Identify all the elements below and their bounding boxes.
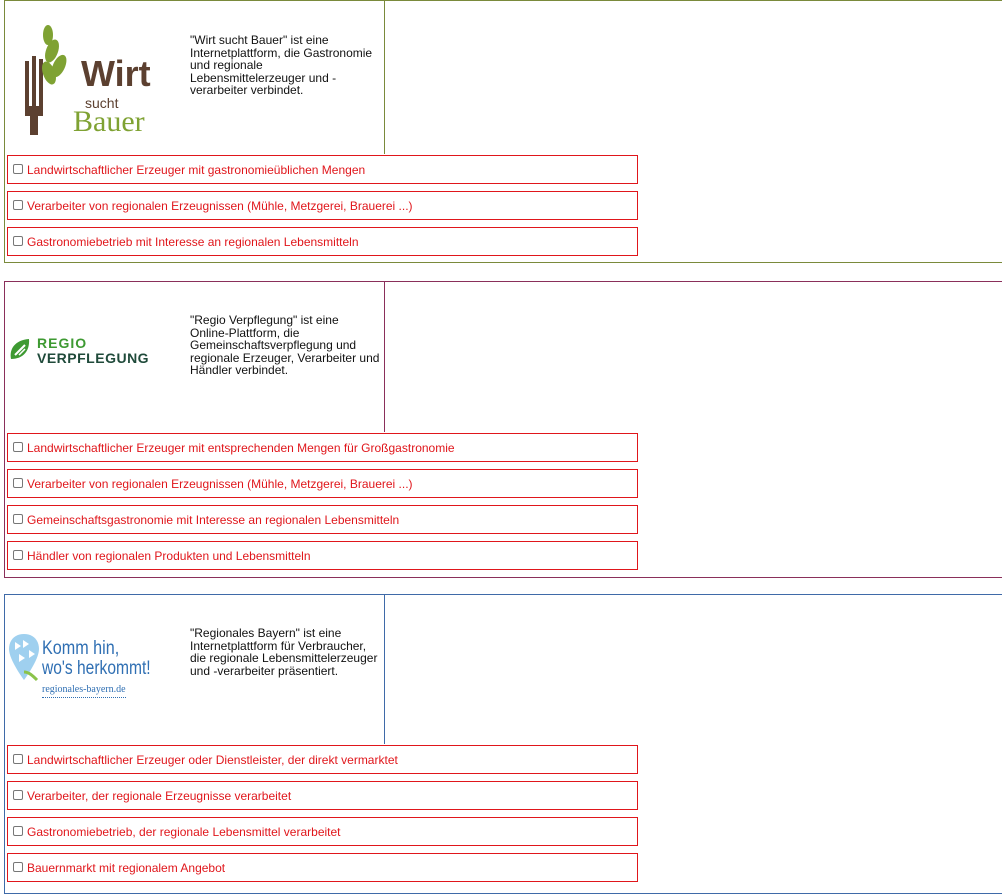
option-checkbox-row[interactable]: Verarbeiter von regionalen Erzeugnissen … — [7, 469, 638, 498]
location-pin-icon — [9, 634, 39, 682]
option-checkbox-row[interactable]: Landwirtschaftlicher Erzeuger oder Diens… — [7, 745, 638, 774]
logo-word-verpflegung: VERPFLEGUNG — [37, 350, 150, 366]
wirt-sucht-bauer-logo: Wirt sucht Bauer — [19, 21, 169, 138]
platform-header: Komm hin, wo's herkommt! regionales-baye… — [5, 595, 385, 744]
logo-word-wirt: Wirt — [81, 53, 151, 94]
option-checkbox-row[interactable]: Verarbeiter, der regionale Erzeugnisse v… — [7, 781, 638, 810]
option-checkbox-row[interactable]: Verarbeiter von regionalen Erzeugnissen … — [7, 191, 638, 220]
option-checkbox-row[interactable]: Gastronomiebetrieb, der regionale Lebens… — [7, 817, 638, 846]
platform-description: "Wirt sucht Bauer" ist eine Internetplat… — [190, 33, 373, 97]
option-checkbox-row[interactable]: Händler von regionalen Produkten und Leb… — [7, 541, 638, 570]
regio-verpflegung-logo: REGIO VERPFLEGUNG — [5, 332, 180, 372]
checkbox[interactable] — [13, 754, 23, 764]
option-label: Verarbeiter, der regionale Erzeugnisse v… — [27, 788, 292, 803]
option-label: Verarbeiter von regionalen Erzeugnissen … — [27, 198, 413, 213]
platform-header: Wirt sucht Bauer "Wirt sucht Bauer" ist … — [5, 1, 385, 154]
option-label: Verarbeiter von regionalen Erzeugnissen … — [27, 476, 413, 491]
option-label: Gemeinschaftsgastronomie mit Interesse a… — [27, 512, 400, 527]
option-label: Landwirtschaftlicher Erzeuger mit gastro… — [27, 162, 366, 177]
option-checkbox-row[interactable]: Gastronomiebetrieb mit Interesse an regi… — [7, 227, 638, 256]
option-label: Händler von regionalen Produkten und Leb… — [27, 548, 311, 563]
logo-slogan-line1: Komm hin, — [42, 638, 120, 659]
checkbox[interactable] — [13, 790, 23, 800]
option-label: Landwirtschaftlicher Erzeuger mit entspr… — [27, 440, 455, 455]
checkbox[interactable] — [13, 550, 23, 560]
regionales-bayern-logo: Komm hin, wo's herkommt! regionales-baye… — [5, 630, 185, 710]
option-checkbox-row[interactable]: Landwirtschaftlicher Erzeuger mit entspr… — [7, 433, 638, 462]
platform-section-regio-verpflegung: REGIO VERPFLEGUNG "Regio Verpflegung" is… — [4, 281, 1002, 578]
logo-word-regio: REGIO — [37, 335, 88, 351]
logo-slogan-line2: wo's herkommt! — [42, 658, 151, 679]
checkbox[interactable] — [13, 862, 23, 872]
option-checkbox-row[interactable]: Landwirtschaftlicher Erzeuger mit gastro… — [7, 155, 638, 184]
option-label: Gastronomiebetrieb, der regionale Lebens… — [27, 824, 341, 839]
checkbox[interactable] — [13, 478, 23, 488]
checkbox[interactable] — [13, 826, 23, 836]
option-label: Landwirtschaftlicher Erzeuger oder Diens… — [27, 752, 398, 767]
logo-url: regionales-bayern.de — [42, 684, 126, 698]
option-label: Gastronomiebetrieb mit Interesse an regi… — [27, 234, 359, 249]
checkbox[interactable] — [13, 514, 23, 524]
platform-section-regionales-bayern: Komm hin, wo's herkommt! regionales-baye… — [4, 594, 1002, 894]
checkbox[interactable] — [13, 200, 23, 210]
checkbox[interactable] — [13, 164, 23, 174]
option-label: Bauernmarkt mit regionalem Angebot — [27, 860, 226, 875]
platform-description: "Regionales Bayern" ist eine Internetpla… — [190, 626, 378, 678]
leaf-fork-icon — [10, 339, 30, 359]
checkbox[interactable] — [13, 236, 23, 246]
option-checkbox-row[interactable]: Bauernmarkt mit regionalem Angebot — [7, 853, 638, 882]
platform-header: REGIO VERPFLEGUNG "Regio Verpflegung" is… — [5, 282, 385, 432]
platform-description: "Regio Verpflegung" ist eine Online-Plat… — [190, 313, 380, 377]
logo-word-bauer: Bauer — [73, 105, 145, 138]
option-checkbox-row[interactable]: Gemeinschaftsgastronomie mit Interesse a… — [7, 505, 638, 534]
platform-section-wirt-sucht-bauer: Wirt sucht Bauer "Wirt sucht Bauer" ist … — [4, 0, 1002, 263]
checkbox[interactable] — [13, 442, 23, 452]
